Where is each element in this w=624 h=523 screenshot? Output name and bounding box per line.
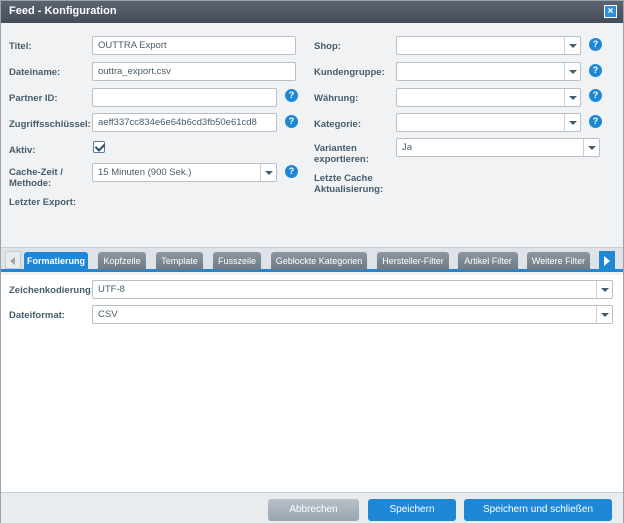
help-icon[interactable]: ? <box>285 89 298 102</box>
last-export-label: Letzter Export: <box>9 197 77 208</box>
window-titlebar: Feed - Konfiguration × <box>1 1 623 23</box>
chevron-down-icon[interactable] <box>596 306 612 323</box>
chevron-down-icon[interactable] <box>260 164 276 181</box>
last-cache-label-line2: Aktualisierung: <box>314 184 384 195</box>
save-and-close-button[interactable]: Speichern und schließen <box>464 499 612 521</box>
tab-formatierung[interactable]: Formatierung <box>24 252 88 270</box>
access-key-label: Zugriffsschlüssel: <box>9 119 91 130</box>
filename-label: Dateiname: <box>9 67 61 78</box>
help-icon[interactable]: ? <box>589 115 602 128</box>
cache-label-line1: Cache-Zeit / <box>9 167 63 178</box>
active-checkbox[interactable] <box>93 141 105 153</box>
cache-select-value: 15 Minuten (900 Sek.) <box>98 167 192 178</box>
active-label: Aktiv: <box>9 145 36 156</box>
chevron-down-icon[interactable] <box>596 281 612 298</box>
chevron-down-icon[interactable] <box>564 63 580 80</box>
help-icon[interactable]: ? <box>589 38 602 51</box>
arrow-right-icon[interactable] <box>599 251 615 269</box>
variants-select[interactable]: Ja <box>396 138 600 157</box>
tab-content-formatierung: Zeichenkodierung: UTF-8 Dateiformat: CSV <box>1 275 623 493</box>
category-select[interactable] <box>396 113 581 132</box>
variants-select-value: Ja <box>402 142 413 153</box>
file-format-select-value: CSV <box>98 309 118 320</box>
file-format-label: Dateiformat: <box>9 310 65 321</box>
category-label: Kategorie: <box>314 119 361 130</box>
help-icon[interactable]: ? <box>285 165 298 178</box>
chevron-down-icon[interactable] <box>583 139 599 156</box>
last-cache-label-line1: Letzte Cache <box>314 173 373 184</box>
file-format-select[interactable]: CSV <box>92 305 613 324</box>
window-title: Feed - Konfiguration <box>9 5 117 17</box>
tab-fusszeile[interactable]: Fusszeile <box>213 252 261 270</box>
partner-id-label: Partner ID: <box>9 93 58 104</box>
cache-label-line2: Methode: <box>9 178 52 189</box>
feed-configuration-window: Feed - Konfiguration × Titel: OUTTRA Exp… <box>0 0 624 523</box>
chevron-down-icon[interactable] <box>564 89 580 106</box>
save-button[interactable]: Speichern <box>368 499 456 521</box>
tab-kopfzeile[interactable]: Kopfzeile <box>98 252 146 270</box>
variants-label-line1: Varianten <box>314 143 357 154</box>
chevron-down-icon[interactable] <box>564 114 580 131</box>
tab-template[interactable]: Template <box>156 252 203 270</box>
tab-geblockte-kategorien[interactable]: Geblockte Kategorien <box>271 252 367 270</box>
cancel-button[interactable]: Abbrechen <box>268 499 359 521</box>
filename-input[interactable]: outtra_export.csv <box>92 62 296 81</box>
variants-label-line2: exportieren: <box>314 154 369 165</box>
close-icon[interactable]: × <box>604 5 617 18</box>
tab-weitere-filter[interactable]: Weitere Filter <box>527 252 590 270</box>
encoding-label: Zeichenkodierung: <box>9 285 94 296</box>
shop-select[interactable] <box>396 36 581 55</box>
help-icon[interactable]: ? <box>589 89 602 102</box>
currency-select[interactable] <box>396 88 581 107</box>
dialog-footer: Abbrechen Speichern Speichern und schlie… <box>1 493 623 523</box>
title-input[interactable]: OUTTRA Export <box>92 36 296 55</box>
help-icon[interactable]: ? <box>589 64 602 77</box>
config-form: Titel: OUTTRA Export Dateiname: outtra_e… <box>1 23 623 243</box>
title-label: Titel: <box>9 41 32 52</box>
tab-hersteller-filter[interactable]: Hersteller-Filter <box>377 252 449 270</box>
arrow-left-icon[interactable] <box>5 251 21 269</box>
customer-group-label: Kundengruppe: <box>314 67 385 78</box>
access-key-input[interactable]: aeff337cc834e6e64b6cd3fb50e61cd8 <box>92 113 277 132</box>
help-icon[interactable]: ? <box>285 115 298 128</box>
tab-bar: Formatierung Kopfzeile Template Fusszeil… <box>1 247 623 272</box>
customer-group-select[interactable] <box>396 62 581 81</box>
cache-select[interactable]: 15 Minuten (900 Sek.) <box>92 163 277 182</box>
chevron-down-icon[interactable] <box>564 37 580 54</box>
partner-id-input[interactable] <box>92 88 277 107</box>
encoding-select[interactable]: UTF-8 <box>92 280 613 299</box>
encoding-select-value: UTF-8 <box>98 284 125 295</box>
tab-artikel-filter[interactable]: Artikel Filter <box>458 252 518 270</box>
shop-label: Shop: <box>314 41 341 52</box>
currency-label: Währung: <box>314 93 359 104</box>
